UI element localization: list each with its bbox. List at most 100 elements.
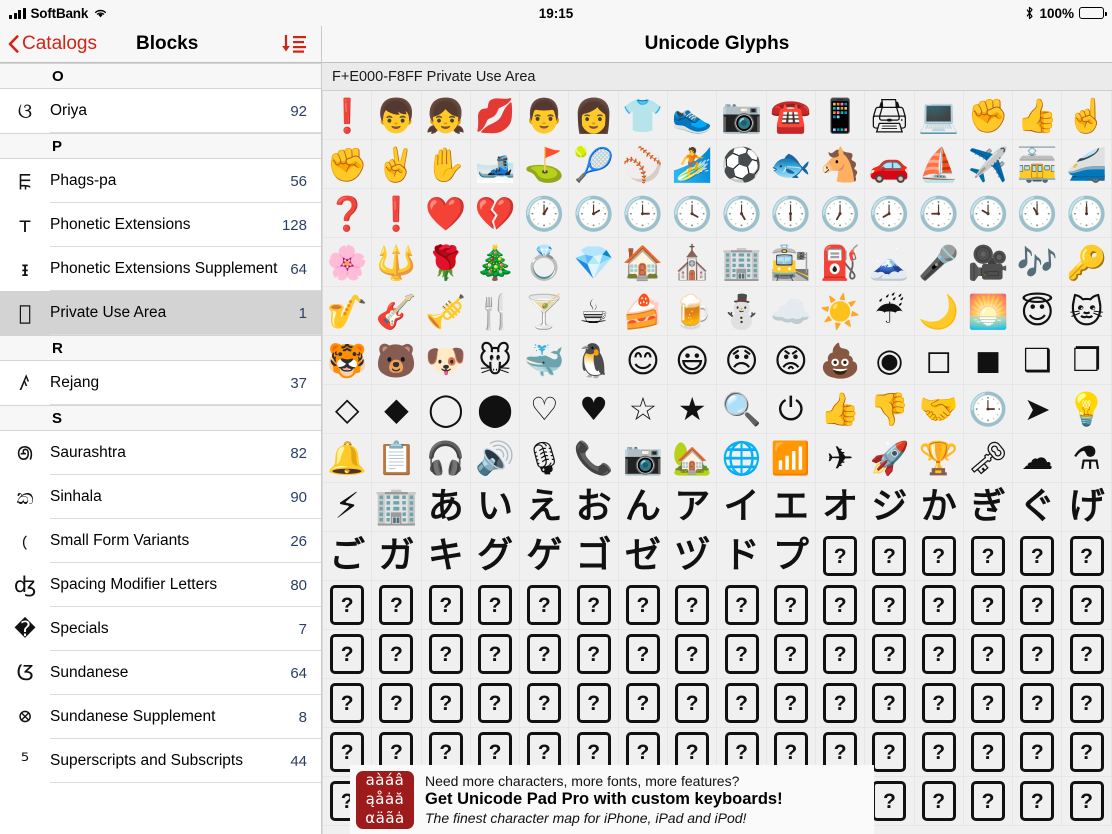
glyph-cell-missing-glyph[interactable]: ? (569, 630, 619, 679)
glyph-cell-flask[interactable]: ⚗ (1062, 434, 1112, 483)
glyph-cell-katakana-go[interactable]: ゴ (569, 532, 619, 581)
glyph-cell-missing-glyph[interactable]: ? (569, 679, 619, 728)
glyph-cell-whale[interactable]: 🐳 (520, 336, 570, 385)
sidebar-item-rejang[interactable]: ꤰ Rejang 37 (0, 361, 321, 405)
glyph-cell-angry-face[interactable]: 😡 (766, 336, 816, 385)
glyph-cell-saxophone[interactable]: 🎷 (323, 287, 373, 336)
glyph-cell-man[interactable]: 👨 (520, 91, 570, 140)
glyph-cell-missing-glyph[interactable]: ? (1062, 679, 1112, 728)
glyph-cell-katakana-ze[interactable]: ゼ (618, 532, 669, 581)
glyph-cell-horse-face[interactable]: 🐴 (815, 140, 866, 189)
glyph-cell-missing-glyph[interactable]: ? (1062, 728, 1112, 777)
glyph-cell-missing-glyph[interactable]: ? (815, 679, 866, 728)
glyph-cell-missing-glyph[interactable]: ? (865, 581, 915, 630)
glyph-cell-katakana-e[interactable]: エ (766, 483, 816, 532)
glyph-cell-katakana-ge[interactable]: ゲ (520, 532, 570, 581)
glyph-cell-large-circle[interactable]: ◯ (421, 385, 471, 434)
glyph-cell-missing-glyph[interactable]: ? (668, 679, 718, 728)
glyph-cell-missing-glyph[interactable]: ? (865, 532, 915, 581)
glyph-cell-katakana-pu[interactable]: プ (766, 532, 816, 581)
glyph-cell-missing-glyph[interactable]: ? (421, 679, 471, 728)
glyph-cell-thumbs-down-outline[interactable]: 👎 (865, 385, 915, 434)
glyph-cell-missing-glyph[interactable]: ? (914, 679, 964, 728)
glyph-cell-boy[interactable]: 👦 (372, 91, 422, 140)
glyph-cell-key-solid[interactable]: 🗝 (963, 434, 1014, 483)
sidebar-item-oriya[interactable]: ଓ Oriya 92 (0, 89, 321, 133)
glyph-cell-clock-two[interactable]: 🕑 (569, 189, 619, 238)
glyph-cell-white-shadowed-square[interactable]: ❑ (1013, 336, 1063, 385)
glyph-cell-penguin[interactable]: 🐧 (569, 336, 619, 385)
glyph-cell-broken-heart[interactable]: 💔 (470, 189, 521, 238)
glyph-cell-missing-glyph[interactable]: ? (520, 630, 570, 679)
glyph-cell-red-heart[interactable]: ❤️ (421, 189, 471, 238)
glyph-cell-cloud[interactable]: ☁️ (766, 287, 816, 336)
glyph-cell-missing-glyph[interactable]: ? (963, 777, 1014, 826)
glyph-cell-victory-hand[interactable]: ✌️ (372, 140, 422, 189)
glyph-cell-laptop[interactable]: 💻 (914, 91, 964, 140)
glyph-cell-missing-glyph[interactable]: ? (668, 630, 718, 679)
sidebar-item-phonetic-extensions-supplement[interactable]: ᵻ Phonetic Extensions Supplement 64 (0, 247, 321, 291)
sidebar-item-sundanese-supplement[interactable]: ᳁ Sundanese Supplement 8 (0, 695, 321, 739)
glyph-cell-clock-outline[interactable]: 🕒 (963, 385, 1014, 434)
glyph-cell-raised-fist[interactable]: ✊ (323, 140, 373, 189)
glyph-cell-bear-face[interactable]: 🐻 (372, 336, 422, 385)
glyph-cell-missing-glyph[interactable]: ? (1062, 777, 1112, 826)
sidebar-item-sinhala[interactable]: ක Sinhala 90 (0, 475, 321, 519)
glyph-cell-hiragana-gi[interactable]: ぎ (963, 483, 1014, 532)
glyph-cell-gem-stone[interactable]: 💎 (569, 238, 619, 287)
glyph-cell-missing-glyph[interactable]: ? (766, 581, 816, 630)
glyph-cell-missing-glyph[interactable]: ? (421, 630, 471, 679)
glyph-cell-missing-glyph[interactable]: ? (815, 532, 866, 581)
glyph-cell-clock-twelve[interactable]: 🕛 (1062, 189, 1112, 238)
sidebar-item-small-form-variants[interactable]: ﹙ Small Form Variants 26 (0, 519, 321, 563)
glyph-cell-trophy[interactable]: 🏆 (914, 434, 964, 483)
glyph-cell-white-star[interactable]: ☆ (618, 385, 669, 434)
glyph-cell-dog-face[interactable]: 🐶 (421, 336, 471, 385)
glyph-cell-missing-glyph[interactable]: ? (470, 679, 521, 728)
glyph-cell-white-square[interactable]: ◻ (914, 336, 964, 385)
glyph-cell-black-diamond[interactable]: ◆ (372, 385, 422, 434)
glyph-cell-katakana-ga[interactable]: ガ (372, 532, 422, 581)
glyph-cell-missing-glyph[interactable]: ? (815, 630, 866, 679)
glyph-cell-golf-flag[interactable]: ⛳ (520, 140, 570, 189)
sidebar-item-phags-pa[interactable]: ꡀ Phags-pa 56 (0, 159, 321, 203)
glyph-cell-trident[interactable]: 🔱 (372, 238, 422, 287)
glyph-cell-girl[interactable]: 👧 (421, 91, 471, 140)
glyph-cell-grinning-face[interactable]: 😃 (668, 336, 718, 385)
glyph-cell-high-voltage[interactable]: ⚡ (323, 483, 373, 532)
sidebar-item-phonetic-extensions[interactable]: ᴛ Phonetic Extensions 128 (0, 203, 321, 247)
glyph-cell-crescent-moon[interactable]: 🌙 (914, 287, 964, 336)
glyph-cell-clock-three[interactable]: 🕒 (618, 189, 669, 238)
glyph-cell-tennis-ball[interactable]: 🎾 (569, 140, 619, 189)
glyph-cell-globe[interactable]: 🌐 (717, 434, 767, 483)
glyph-cell-tram[interactable]: 🚋 (1013, 140, 1063, 189)
glyph-cell-clock-four[interactable]: 🕓 (668, 189, 718, 238)
glyph-cell-surfer[interactable]: 🏄 (668, 140, 718, 189)
glyph-cell-home[interactable]: 🏡 (668, 434, 718, 483)
glyph-cell-rose[interactable]: 🌹 (421, 238, 471, 287)
glyph-cell-missing-glyph[interactable]: ? (717, 581, 767, 630)
glyph-cell-trumpet[interactable]: 🎺 (421, 287, 471, 336)
glyph-cell-missing-glyph[interactable]: ? (914, 777, 964, 826)
glyph-cell-snowman[interactable]: ⛄ (717, 287, 767, 336)
glyph-cell-ring[interactable]: 💍 (520, 238, 570, 287)
glyph-cell-missing-glyph[interactable]: ? (569, 581, 619, 630)
glyph-cell-sailboat[interactable]: ⛵ (914, 140, 964, 189)
glyph-cell-light-bulb[interactable]: 💡 (1062, 385, 1112, 434)
glyph-cell-missing-glyph[interactable]: ? (372, 630, 422, 679)
glyph-cell-index-pointing-up[interactable]: ☝️ (1062, 91, 1112, 140)
glyph-cell-cat-face[interactable]: 🐱 (1062, 287, 1112, 336)
glyph-cell-house[interactable]: 🏠 (618, 238, 669, 287)
glyph-cell-hiragana-i[interactable]: い (470, 483, 521, 532)
glyph-cell-black-square[interactable]: ◼ (963, 336, 1014, 385)
glyph-cell-missing-glyph[interactable]: ? (963, 630, 1014, 679)
glyph-cell-wifi-signal[interactable]: 📶 (766, 434, 816, 483)
glyph-cell-clock-eleven[interactable]: 🕚 (1013, 189, 1063, 238)
glyph-cell-missing-glyph[interactable]: ? (323, 679, 373, 728)
glyph-cell-missing-glyph[interactable]: ? (914, 581, 964, 630)
glyph-cell-headphones[interactable]: 🎧 (421, 434, 471, 483)
glyph-cell-clock-five[interactable]: 🕔 (717, 189, 767, 238)
glyph-cell-cocktail-glass[interactable]: 🍸 (520, 287, 570, 336)
glyph-cell-missing-glyph[interactable]: ? (1013, 630, 1063, 679)
glyph-cell-woman[interactable]: 👩 (569, 91, 619, 140)
